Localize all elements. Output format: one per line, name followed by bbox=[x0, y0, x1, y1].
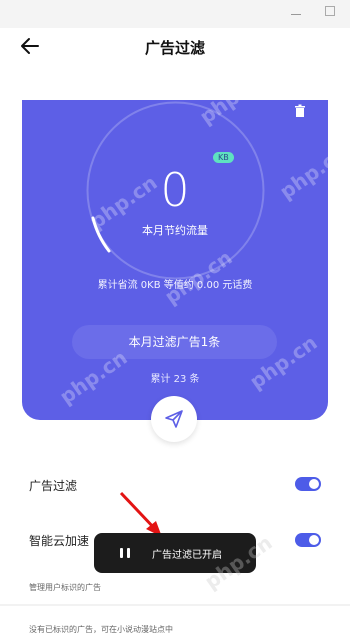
toggle-knob bbox=[309, 479, 319, 489]
paper-plane-icon bbox=[165, 410, 183, 428]
section-divider bbox=[0, 604, 350, 606]
maximize-window-button[interactable] bbox=[325, 6, 335, 16]
cumulative-saved-text: 累计省流 0KB 等值约 0.00 元话费 bbox=[97, 280, 253, 291]
cumulative-count: 累计 23 条 bbox=[150, 374, 200, 385]
toast-notification: 广告过滤已开启 bbox=[94, 533, 256, 573]
minimize-window-button[interactable] bbox=[291, 6, 301, 15]
cloud-acceleration-toggle[interactable] bbox=[295, 533, 321, 547]
page-title: 广告过滤 bbox=[144, 39, 205, 57]
unlabeled-ads-description: 没有已标识的广告，可在小说动漫站点中 bbox=[29, 625, 173, 634]
share-button[interactable] bbox=[151, 396, 197, 442]
setting-label-cloud-acceleration: 智能云加速 bbox=[29, 534, 90, 548]
window-titlebar bbox=[0, 0, 350, 28]
toast-text: 广告过滤已开启 bbox=[152, 550, 222, 561]
setting-label-ad-filter: 广告过滤 bbox=[29, 479, 78, 493]
saved-traffic-value: 0 bbox=[160, 163, 190, 217]
unit-badge: KB bbox=[213, 152, 234, 163]
ad-filter-toggle[interactable] bbox=[295, 477, 321, 491]
toggle-knob bbox=[309, 535, 319, 545]
month-saved-label: 本月节约流量 bbox=[142, 224, 208, 237]
pause-icon bbox=[120, 548, 130, 558]
trash-icon[interactable] bbox=[293, 104, 307, 118]
manage-ads-description: 管理用户标识的广告 bbox=[29, 583, 101, 592]
monthly-filter-button[interactable]: 本月过滤广告1条 bbox=[72, 325, 277, 359]
